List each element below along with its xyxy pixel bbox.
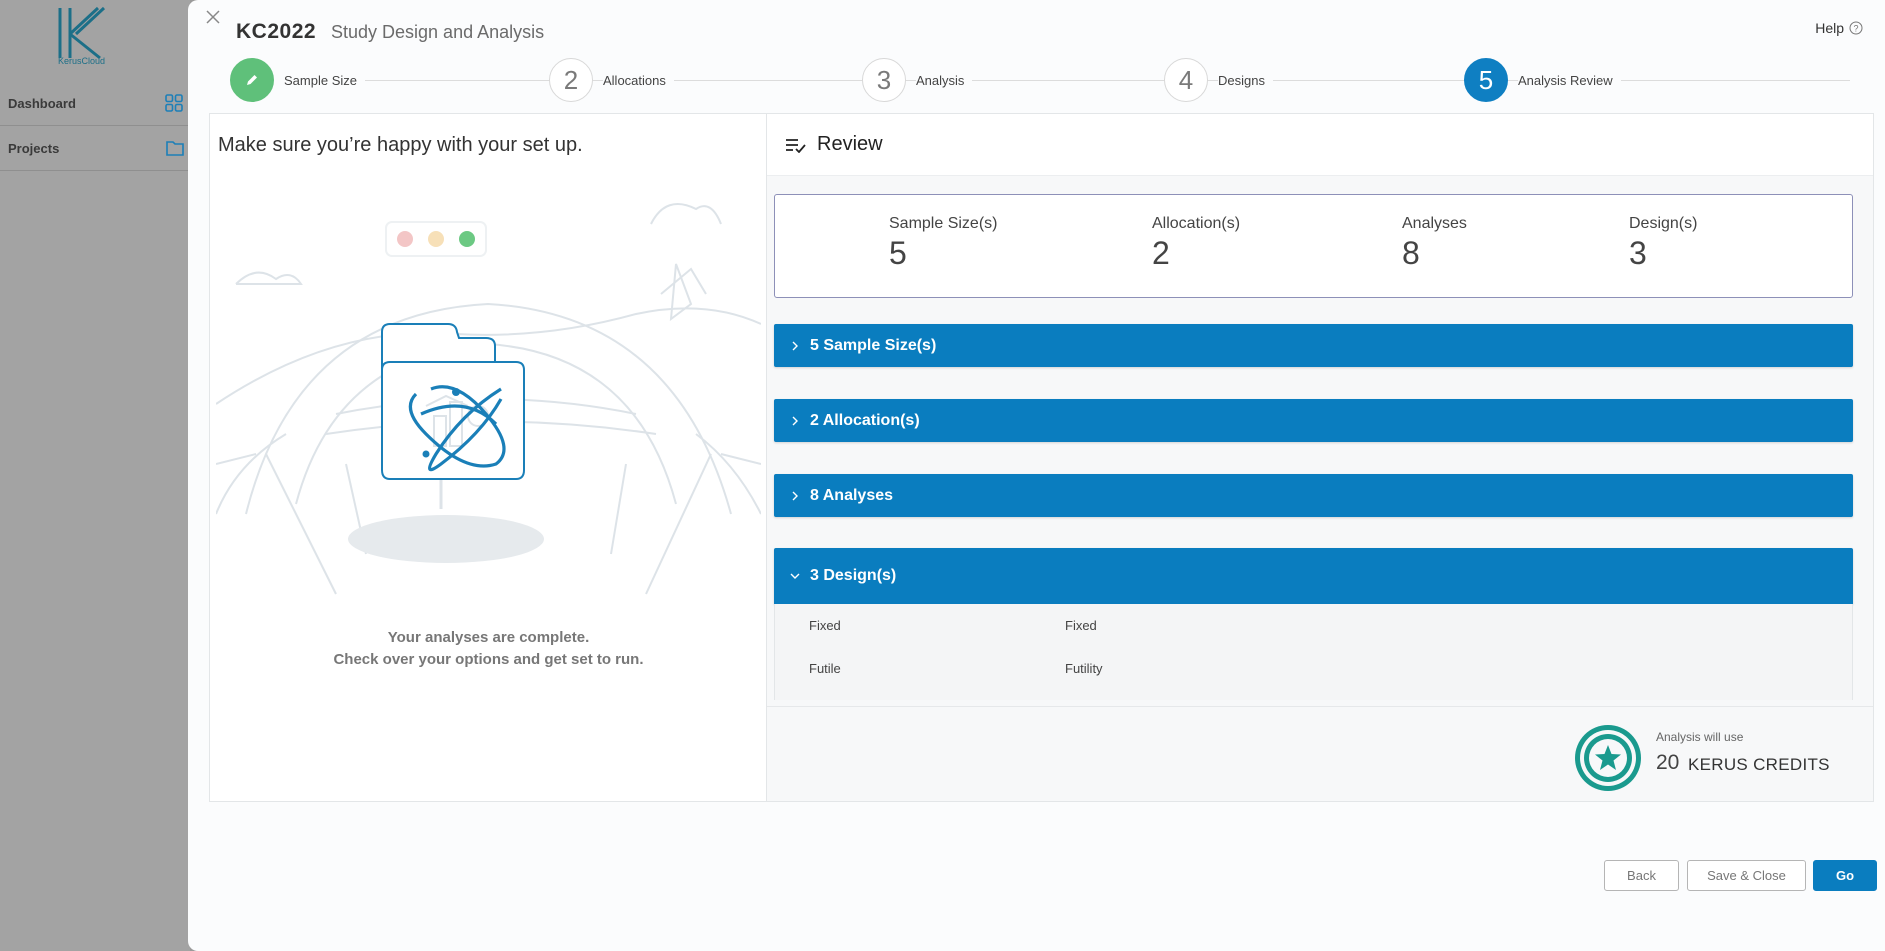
left-panel: Make sure you’re happy with your set up. — [210, 114, 767, 801]
step-allocations[interactable]: 2 Allocations — [549, 58, 674, 102]
modal-subtitle: Study Design and Analysis — [331, 22, 545, 42]
step-label: Designs — [1218, 72, 1273, 88]
summary-designs: Design(s) 3 — [1629, 215, 1697, 272]
grid-icon — [165, 94, 183, 112]
accordion-label: 3 Design(s) — [810, 567, 897, 584]
svg-text:?: ? — [1853, 24, 1858, 34]
design-row: Fixed Fixed — [809, 618, 1097, 633]
accordion-designs[interactable]: 3 Design(s) — [774, 548, 1853, 604]
completion-message: Your analyses are complete. Check over y… — [210, 627, 767, 671]
review-summary: Sample Size(s) 5 Allocation(s) 2 Analyse… — [774, 194, 1853, 298]
step-label: Analysis Review — [1518, 72, 1621, 88]
summary-value: 2 — [1152, 235, 1170, 271]
design-name: Futile — [809, 661, 841, 676]
step-number: 3 — [862, 58, 906, 102]
step-label: Sample Size — [284, 72, 365, 88]
design-name: Fixed — [809, 618, 841, 633]
summary-label: Analyses — [1402, 215, 1467, 232]
summary-sample-size: Sample Size(s) 5 — [889, 215, 997, 272]
step-label: Allocations — [603, 72, 674, 88]
review-title: Review — [817, 133, 883, 155]
summary-label: Design(s) — [1629, 215, 1698, 232]
help-icon: ? — [1849, 21, 1863, 35]
step-designs[interactable]: 4 Designs — [1164, 58, 1273, 102]
accordion-label: 5 Sample Size(s) — [810, 336, 937, 354]
review-panel: Review Sample Size(s) 5 Allocation(s) 2 … — [767, 114, 1873, 801]
progress-stepper: Sample Size 2 Allocations 3 Analysis 4 D… — [230, 58, 1860, 104]
chevron-down-icon — [790, 573, 800, 579]
project-code: KC2022 — [236, 20, 317, 43]
nav-label: Projects — [8, 141, 60, 156]
credit-label: Analysis will use — [1656, 730, 1744, 744]
chevron-right-icon — [792, 341, 798, 350]
step-number: 5 — [1464, 58, 1508, 102]
summary-value: 5 — [889, 235, 907, 271]
go-button[interactable]: Go — [1813, 860, 1877, 891]
credits-bar: Analysis will use 20 KERUS CREDITS — [767, 706, 1873, 801]
analysis-complete-illustration — [216, 203, 761, 595]
logo-text: KerusCloud — [58, 56, 106, 66]
accordion-allocations[interactable]: 2 Allocation(s) — [774, 399, 1853, 442]
summary-analyses: Analyses 8 — [1402, 215, 1467, 272]
review-header: Review — [767, 114, 1873, 176]
back-button[interactable]: Back — [1604, 860, 1679, 891]
nav-item-dashboard[interactable]: Dashboard — [0, 82, 190, 126]
help-label: Help — [1815, 20, 1844, 36]
step-sample-size[interactable]: Sample Size — [230, 58, 365, 102]
folder-icon — [166, 141, 184, 156]
designs-list: Fixed Fixed Futile Futility — [774, 604, 1853, 700]
background-app: KerusCloud Dashboard Projects — [0, 0, 190, 951]
chevron-right-icon — [792, 491, 798, 500]
credit-unit: KERUS CREDITS — [1688, 755, 1830, 774]
summary-label: Sample Size(s) — [889, 215, 998, 232]
close-icon[interactable] — [204, 8, 222, 26]
setup-title: Make sure you’re happy with your set up. — [218, 134, 583, 156]
chevron-right-icon — [792, 416, 798, 425]
help-link[interactable]: Help ? — [1815, 20, 1863, 36]
accordion-label: 2 Allocation(s) — [810, 411, 920, 429]
content-panels: Make sure you’re happy with your set up. — [209, 113, 1874, 802]
summary-label: Allocation(s) — [1152, 215, 1241, 232]
design-value: Futility — [1065, 661, 1103, 676]
step-circle-done — [230, 58, 274, 102]
nav-label: Dashboard — [8, 96, 76, 111]
nav-item-projects[interactable]: Projects — [0, 127, 190, 171]
credit-badge-icon — [1575, 725, 1641, 791]
checklist-icon — [786, 138, 806, 153]
summary-allocations: Allocation(s) 2 — [1152, 215, 1240, 272]
step-label: Analysis — [916, 72, 973, 88]
step-analysis[interactable]: 3 Analysis — [862, 58, 973, 102]
design-row: Futile Futility — [809, 661, 1103, 676]
accordion-label: 8 Analyses — [810, 486, 894, 504]
save-close-button[interactable]: Save & Close — [1687, 860, 1806, 891]
pencil-icon — [247, 75, 257, 85]
completion-line-2: Check over your options and get set to r… — [333, 651, 644, 668]
summary-value: 8 — [1402, 235, 1420, 271]
credit-amount: 20 — [1656, 751, 1680, 774]
step-number: 4 — [1164, 58, 1208, 102]
design-value: Fixed — [1065, 618, 1097, 633]
step-analysis-review[interactable]: 5 Analysis Review — [1464, 58, 1621, 102]
step-number: 2 — [549, 58, 593, 102]
study-design-modal: KC2022 Study Design and Analysis Help ? … — [188, 0, 1885, 951]
completion-line-1: Your analyses are complete. — [387, 629, 590, 646]
accordion-analyses[interactable]: 8 Analyses — [774, 474, 1853, 517]
summary-value: 3 — [1629, 235, 1647, 271]
accordion-sample-sizes[interactable]: 5 Sample Size(s) — [774, 324, 1853, 367]
